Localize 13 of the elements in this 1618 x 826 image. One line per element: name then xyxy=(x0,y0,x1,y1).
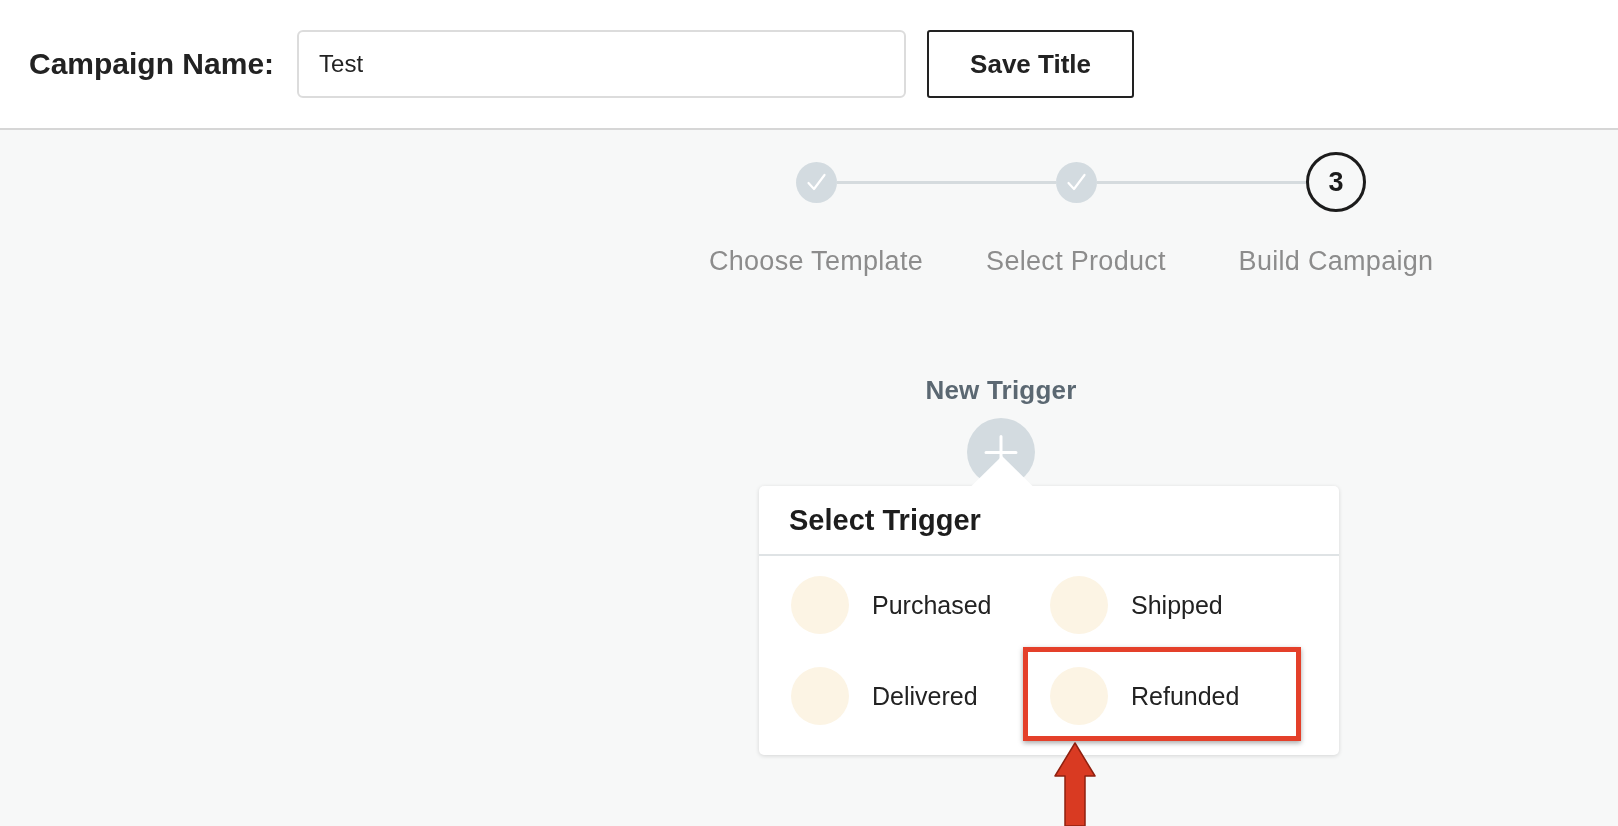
save-title-button[interactable]: Save Title xyxy=(927,30,1135,98)
popover-title: Select Trigger xyxy=(789,503,981,537)
campaign-name-label: Campaign Name: xyxy=(29,47,275,81)
step-label: Select Product xyxy=(986,245,1166,277)
step-number: 3 xyxy=(1306,152,1366,212)
trigger-option[interactable]: Refunded xyxy=(1050,667,1240,725)
trigger-option[interactable]: Delivered xyxy=(791,667,978,725)
new-trigger-label: New Trigger xyxy=(925,374,1077,406)
campaign-name-input[interactable]: Test xyxy=(297,30,907,98)
trigger-option[interactable]: Shipped xyxy=(1050,576,1223,634)
step-label: Build Campaign xyxy=(1238,245,1434,277)
trigger-option[interactable]: Purchased xyxy=(791,576,992,634)
step-label: Choose Template xyxy=(708,245,924,277)
